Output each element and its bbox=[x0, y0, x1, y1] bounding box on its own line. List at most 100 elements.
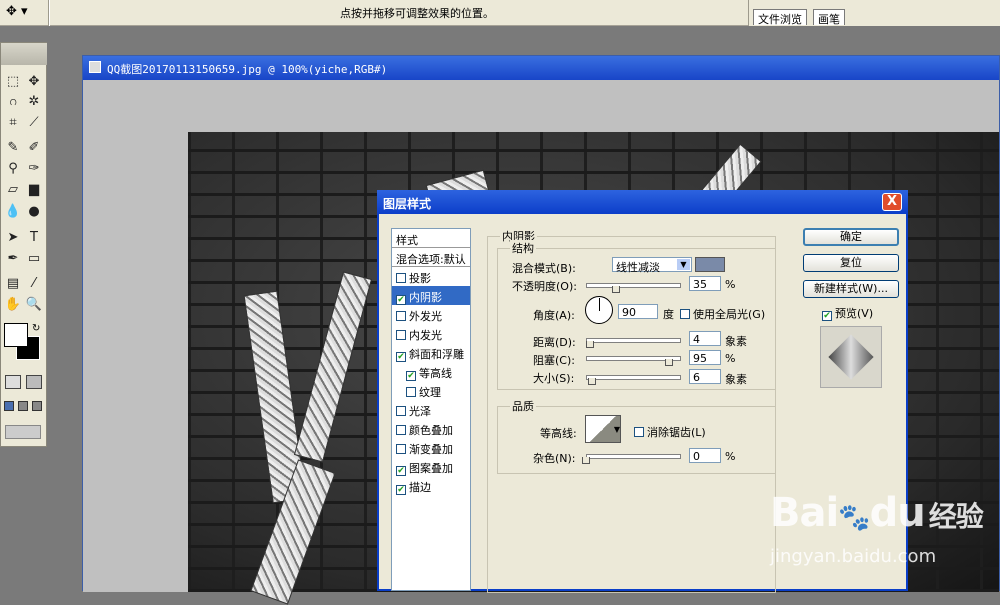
rectangle-tool-icon[interactable]: ▭ bbox=[24, 250, 44, 268]
antialias-check-icon[interactable] bbox=[634, 427, 644, 437]
style-item-checkbox-icon[interactable]: ✔ bbox=[406, 371, 416, 381]
style-item[interactable]: ✔ 描边 bbox=[392, 476, 470, 495]
zoom-tool-icon[interactable]: 🔍 bbox=[24, 296, 44, 314]
move-tool-preset-icon[interactable]: ✥ ▾ bbox=[6, 4, 44, 22]
preview-checkbox[interactable]: ✔ 预览(V) bbox=[822, 305, 873, 321]
style-item-label: 混合选项:默认 bbox=[396, 253, 466, 266]
magic-wand-icon[interactable]: ✲ bbox=[24, 93, 44, 111]
lasso-tool-icon[interactable]: ဂ bbox=[3, 93, 23, 111]
eyedropper-icon[interactable]: ⁄ bbox=[24, 275, 44, 293]
slice-tool-icon[interactable]: ⟋ bbox=[24, 114, 44, 132]
style-item[interactable]: ✔ 内阴影 bbox=[392, 286, 470, 305]
dialog-titlebar[interactable]: 图层样式 X bbox=[377, 190, 908, 214]
move-tool-icon[interactable]: ✥ bbox=[24, 73, 44, 91]
watermark-url: jingyan.baidu.com bbox=[770, 546, 937, 567]
quick-mask-icon[interactable] bbox=[26, 375, 42, 389]
blend-color-swatch[interactable] bbox=[695, 257, 725, 272]
jump-to-imageready-icon[interactable] bbox=[5, 425, 41, 439]
style-item-checkbox-icon[interactable] bbox=[396, 330, 406, 340]
ok-button[interactable]: 确定 bbox=[803, 228, 899, 246]
pen-tool-icon[interactable]: ✒ bbox=[3, 250, 23, 268]
style-item[interactable]: 颜色叠加 bbox=[392, 419, 470, 438]
eraser-tool-icon[interactable]: ▱ bbox=[3, 181, 23, 199]
opacity-field[interactable]: 35 bbox=[689, 276, 721, 291]
antialias-checkbox[interactable]: 消除锯齿(L) bbox=[634, 424, 706, 440]
blur-tool-icon[interactable]: 💧 bbox=[3, 203, 23, 221]
style-item-checkbox-icon[interactable] bbox=[396, 425, 406, 435]
style-item-checkbox-icon[interactable] bbox=[396, 311, 406, 321]
path-selection-icon[interactable]: ➤ bbox=[3, 229, 23, 247]
style-item-label: 外发光 bbox=[409, 310, 442, 323]
clone-stamp-icon[interactable]: ⚲ bbox=[3, 160, 23, 178]
blend-mode-select[interactable]: 线性减淡 ▼ bbox=[612, 257, 692, 274]
style-item[interactable]: 投影 bbox=[392, 267, 470, 286]
crop-tool-icon[interactable]: ⌗ bbox=[3, 114, 23, 132]
contour-picker[interactable]: ▼ bbox=[585, 415, 621, 443]
noise-slider-thumb[interactable] bbox=[582, 457, 590, 464]
angle-label: 角度(A): bbox=[533, 309, 575, 322]
style-item-checkbox-icon[interactable]: ✔ bbox=[396, 352, 406, 362]
style-item-checkbox-icon[interactable] bbox=[396, 406, 406, 416]
gradient-tool-icon[interactable]: ▆ bbox=[24, 181, 44, 199]
style-item[interactable]: 混合选项:默认 bbox=[392, 248, 470, 267]
global-light-checkbox[interactable]: 使用全局光(G) bbox=[680, 306, 765, 322]
swap-colors-icon[interactable]: ↻ bbox=[32, 323, 40, 334]
opacity-slider[interactable] bbox=[586, 283, 681, 288]
healing-brush-icon[interactable]: ✎ bbox=[3, 139, 23, 157]
style-item-checkbox-icon[interactable]: ✔ bbox=[396, 485, 406, 495]
style-item[interactable]: 内发光 bbox=[392, 324, 470, 343]
type-tool-icon[interactable]: T bbox=[24, 229, 44, 247]
hand-tool-icon[interactable]: ✋ bbox=[3, 296, 23, 314]
noise-slider[interactable] bbox=[586, 454, 681, 459]
style-item[interactable]: ✔ 等高线 bbox=[392, 362, 470, 381]
style-item[interactable]: 样式 bbox=[392, 229, 470, 248]
choke-field[interactable]: 95 bbox=[689, 350, 721, 365]
preview-check-icon[interactable]: ✔ bbox=[822, 311, 832, 321]
dodge-tool-icon[interactable]: ● bbox=[24, 203, 44, 221]
marquee-tool-icon[interactable]: ⬚ bbox=[3, 73, 23, 91]
tab-file-browser[interactable]: 文件浏览 bbox=[753, 9, 807, 26]
document-titlebar[interactable]: QQ截图20170113150659.jpg @ 100%(yiche,RGB#… bbox=[83, 56, 999, 80]
style-item[interactable]: 渐变叠加 bbox=[392, 438, 470, 457]
opacity-slider-thumb[interactable] bbox=[612, 286, 621, 293]
size-unit: 象素 bbox=[725, 373, 747, 386]
distance-slider-thumb[interactable] bbox=[586, 341, 594, 348]
screen-mode-full-icon[interactable] bbox=[32, 401, 42, 411]
style-item[interactable]: ✔ 图案叠加 bbox=[392, 457, 470, 476]
size-slider[interactable] bbox=[586, 375, 681, 380]
distance-slider[interactable] bbox=[586, 338, 681, 343]
style-item-checkbox-icon[interactable]: ✔ bbox=[396, 466, 406, 476]
notes-tool-icon[interactable]: ▤ bbox=[3, 275, 23, 293]
style-item-checkbox-icon[interactable]: ✔ bbox=[396, 295, 406, 305]
size-field[interactable]: 6 bbox=[689, 369, 721, 384]
toolbox-logo-icon[interactable] bbox=[1, 43, 47, 65]
tab-brushes[interactable]: 画笔 bbox=[813, 9, 845, 26]
global-light-check-icon[interactable] bbox=[680, 309, 690, 319]
blend-mode-value: 线性减淡 bbox=[616, 261, 660, 274]
screen-mode-full-menu-icon[interactable] bbox=[18, 401, 28, 411]
angle-field[interactable]: 90 bbox=[618, 304, 658, 319]
history-brush-icon[interactable]: ✑ bbox=[24, 160, 44, 178]
close-icon[interactable]: X bbox=[882, 193, 902, 211]
style-item-checkbox-icon[interactable] bbox=[396, 444, 406, 454]
style-item[interactable]: 纹理 bbox=[392, 381, 470, 400]
brush-tool-icon[interactable]: ✐ bbox=[24, 139, 44, 157]
style-item[interactable]: 外发光 bbox=[392, 305, 470, 324]
reset-button[interactable]: 复位 bbox=[803, 254, 899, 272]
style-item-checkbox-icon[interactable] bbox=[396, 273, 406, 283]
chevron-down-icon[interactable]: ▼ bbox=[677, 259, 690, 270]
style-item-label: 样式 bbox=[396, 234, 418, 247]
style-item-checkbox-icon[interactable] bbox=[406, 387, 416, 397]
noise-field[interactable]: 0 bbox=[689, 448, 721, 463]
chevron-down-icon[interactable]: ▼ bbox=[614, 425, 620, 434]
standard-mode-icon[interactable] bbox=[5, 375, 21, 389]
new-style-button[interactable]: 新建样式(W)... bbox=[803, 280, 899, 298]
distance-field[interactable]: 4 bbox=[689, 331, 721, 346]
screen-mode-standard-icon[interactable] bbox=[4, 401, 14, 411]
size-slider-thumb[interactable] bbox=[587, 378, 596, 385]
foreground-color-swatch[interactable] bbox=[4, 323, 28, 347]
choke-slider-thumb[interactable] bbox=[664, 359, 673, 366]
style-item[interactable]: 光泽 bbox=[392, 400, 470, 419]
angle-dial[interactable] bbox=[585, 296, 613, 324]
style-item[interactable]: ✔ 斜面和浮雕 bbox=[392, 343, 470, 362]
